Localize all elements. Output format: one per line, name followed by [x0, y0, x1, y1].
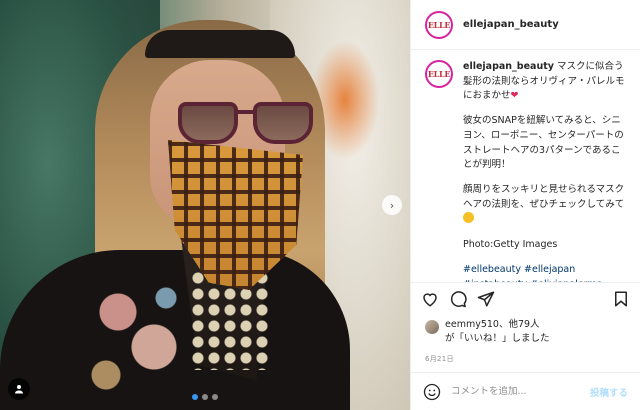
- emoji-icon[interactable]: [423, 383, 441, 401]
- floral-embroidery: [70, 270, 190, 410]
- caption-avatar[interactable]: ELLE: [425, 60, 453, 88]
- comment-icon[interactable]: [449, 290, 467, 308]
- post-header: ELLE ellejapan_beauty: [411, 0, 640, 50]
- instagram-post: › ELLE ellejapan_beauty ELLE ellejapan_b…: [0, 0, 640, 410]
- bookmark-icon[interactable]: [612, 290, 630, 308]
- likes-suffix: が「いいね！」しました: [445, 332, 550, 344]
- post-sidebar: ELLE ellejapan_beauty ELLE ellejapan_bea…: [410, 0, 640, 410]
- carousel-dot: [192, 394, 198, 400]
- post-comment-button[interactable]: 投稿する: [590, 385, 628, 399]
- share-icon[interactable]: [477, 290, 495, 308]
- headband: [145, 30, 295, 58]
- heart-icon[interactable]: [421, 290, 439, 308]
- comment-input[interactable]: [451, 386, 580, 397]
- chevron-right-icon[interactable]: ›: [382, 195, 402, 215]
- post-photo[interactable]: ›: [0, 0, 410, 410]
- hashtags[interactable]: #ellebeauty #ellejapan #instabeauty #oli…: [463, 263, 626, 282]
- carousel-dot: [212, 394, 218, 400]
- likes-count[interactable]: eemmy510、他79人: [445, 318, 550, 332]
- sunglasses: [178, 100, 318, 148]
- caption-username[interactable]: ellejapan_beauty: [463, 61, 554, 72]
- post-date[interactable]: 6月21日: [411, 346, 640, 372]
- caption: ellejapan_beauty マスクに似合う髪形の法則ならオリヴィア・パレル…: [463, 60, 626, 282]
- emoji-face-icon: [463, 212, 474, 224]
- action-bar: [411, 281, 640, 316]
- caption-line2: 彼女のSNAPを紐解いてみると、シニヨン、ローポニー、センターパートのストレート…: [463, 115, 624, 171]
- photo-credit: Photo:Getty Images: [463, 239, 558, 251]
- carousel-dot: [202, 394, 208, 400]
- caption-line3: 顔周りをスッキリと見せられるマスクヘアの法則を、ぜひチェックしてみて: [463, 184, 625, 210]
- heart-emoji-icon: ❤: [510, 90, 519, 102]
- likes-row: eemmy510、他79人 が「いいね！」しました: [411, 316, 640, 347]
- username-link[interactable]: ellejapan_beauty: [463, 19, 559, 30]
- caption-area: ELLE ellejapan_beauty マスクに似合う髪形の法則ならオリヴィ…: [411, 50, 640, 282]
- avatar[interactable]: ELLE: [425, 10, 453, 39]
- liker-avatar[interactable]: [425, 319, 439, 334]
- carousel-indicator: [0, 394, 410, 400]
- comment-box: 投稿する: [411, 372, 640, 410]
